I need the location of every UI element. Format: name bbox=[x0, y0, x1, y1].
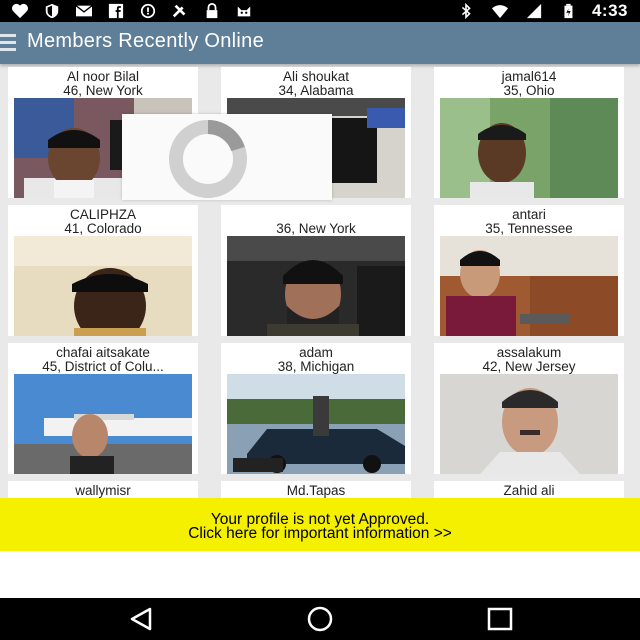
banner-link[interactable]: Click here for important information >> bbox=[0, 526, 640, 542]
member-photo[interactable] bbox=[440, 98, 618, 198]
lock-icon bbox=[202, 3, 222, 19]
shield-icon bbox=[42, 3, 62, 19]
facebook-icon bbox=[106, 3, 126, 19]
wifi-icon bbox=[490, 3, 510, 19]
member-photo[interactable] bbox=[227, 374, 405, 474]
member-info: 38, Michigan bbox=[277, 360, 355, 374]
member-name: Ali shoukat bbox=[282, 70, 350, 84]
bluetooth-icon bbox=[456, 3, 476, 19]
home-icon[interactable] bbox=[305, 606, 335, 632]
member-info: 34, Alabama bbox=[278, 84, 354, 98]
signal-icon bbox=[524, 3, 544, 19]
member-info: 46, New York bbox=[63, 84, 143, 98]
tools-icon bbox=[170, 3, 190, 19]
member-card[interactable]: assalakum 42, New Jersey bbox=[434, 343, 624, 474]
member-card[interactable]: chafai aitsakate 45, District of Colu... bbox=[8, 343, 198, 474]
approval-banner[interactable]: Your profile is not yet Approved. Click … bbox=[0, 498, 640, 551]
member-info: 35, Tennessee bbox=[485, 222, 573, 236]
member-name: antari bbox=[512, 208, 546, 222]
heart-icon bbox=[10, 3, 30, 19]
empty-area bbox=[0, 551, 640, 598]
member-name: wallymisr bbox=[75, 484, 131, 498]
member-card[interactable]: adam 38, Michigan bbox=[221, 343, 411, 474]
member-info: 42, New Jersey bbox=[482, 360, 576, 374]
menu-icon[interactable] bbox=[0, 34, 16, 52]
member-name: Md.Tapas bbox=[286, 484, 346, 498]
member-name: Al noor Bilal bbox=[66, 70, 140, 84]
member-name: adam bbox=[299, 346, 333, 360]
cat-icon bbox=[234, 3, 254, 19]
member-photo[interactable] bbox=[14, 236, 192, 336]
member-info: 41, Colorado bbox=[64, 222, 142, 236]
member-info: 36, New York bbox=[276, 222, 356, 236]
member-info: 35, Ohio bbox=[503, 84, 555, 98]
app-bar: Members Recently Online bbox=[0, 22, 640, 64]
page-title: Members Recently Online bbox=[27, 30, 264, 52]
member-card[interactable]: 36, New York bbox=[221, 205, 411, 336]
loading-dialog bbox=[122, 114, 332, 200]
member-card[interactable]: jamal614 35, Ohio bbox=[434, 67, 624, 198]
alert-icon bbox=[138, 3, 158, 19]
status-bar: 4:33 bbox=[0, 0, 640, 22]
member-card[interactable]: CALIPHZA 41, Colorado bbox=[8, 205, 198, 336]
system-icons: 4:33 bbox=[456, 1, 628, 20]
member-info: 45, District of Colu... bbox=[42, 360, 164, 374]
mail-icon bbox=[74, 3, 94, 19]
member-photo[interactable] bbox=[440, 374, 618, 474]
member-name: CALIPHZA bbox=[69, 208, 137, 222]
member-card[interactable]: wallymisr bbox=[8, 481, 198, 498]
battery-icon bbox=[558, 3, 578, 19]
member-card[interactable]: Zahid ali bbox=[434, 481, 624, 498]
member-photo[interactable] bbox=[440, 236, 618, 336]
member-name: jamal614 bbox=[501, 70, 557, 84]
member-name: chafai aitsakate bbox=[56, 346, 150, 360]
member-photo[interactable] bbox=[227, 236, 405, 336]
spinner-icon bbox=[169, 120, 247, 198]
back-icon[interactable] bbox=[126, 606, 156, 632]
member-card[interactable]: Md.Tapas bbox=[221, 481, 411, 498]
notification-icons bbox=[10, 2, 254, 20]
member-card[interactable]: antari 35, Tennessee bbox=[434, 205, 624, 336]
member-name: assalakum bbox=[496, 346, 562, 360]
navigation-bar bbox=[0, 598, 640, 640]
member-name: Zahid ali bbox=[503, 484, 555, 498]
clock: 4:33 bbox=[591, 1, 628, 20]
recents-icon[interactable] bbox=[485, 606, 515, 632]
member-photo[interactable] bbox=[14, 374, 192, 474]
